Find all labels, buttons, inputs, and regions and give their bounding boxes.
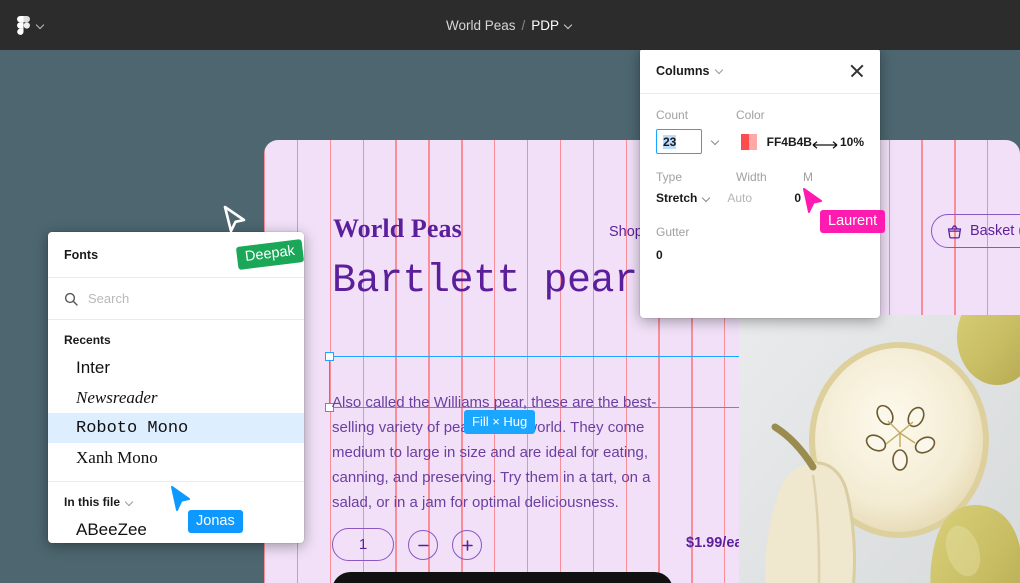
chevron-down-icon[interactable]: [716, 66, 725, 75]
resize-handle-top-left[interactable]: [325, 352, 334, 361]
count-label: Count: [656, 108, 689, 122]
cursor-label-jonas: Jonas: [188, 510, 243, 533]
font-search-input[interactable]: Search: [88, 291, 129, 306]
count-input-value: 23: [663, 134, 677, 149]
fonts-panel-title: Fonts: [64, 247, 99, 262]
chevron-down-icon: [37, 21, 46, 30]
columns-panel-header: Columns: [640, 48, 880, 94]
pears-photo-image: [739, 315, 1020, 583]
quantity-value[interactable]: 1: [332, 528, 394, 561]
font-item-abeezee[interactable]: ABeeZee: [48, 515, 304, 543]
quantity-decrement-button[interactable]: [408, 530, 438, 560]
chevron-down-icon[interactable]: [712, 137, 721, 146]
font-search-row[interactable]: Search: [48, 278, 304, 320]
gutter-label: Gutter: [656, 225, 690, 239]
cursor-label-laurent: Laurent: [820, 210, 886, 233]
basket-button[interactable]: Basket (4: [931, 214, 1020, 248]
figma-logo-icon: [17, 15, 30, 35]
search-icon: [64, 292, 78, 306]
columns-panel-title: Columns: [656, 63, 710, 78]
quantity-increment-button[interactable]: [452, 530, 482, 560]
figma-window: World Peas / PDP World Peas Shop Basket …: [0, 0, 1020, 583]
product-price: $1.99/ea: [686, 535, 743, 551]
font-item-xanh-mono[interactable]: Xanh Mono: [48, 443, 304, 473]
gutter-value[interactable]: 0: [656, 248, 663, 262]
plus-icon: [461, 539, 473, 551]
width-label: Width: [736, 170, 767, 184]
breadcrumb-page[interactable]: PDP: [531, 18, 559, 33]
color-label: Color: [736, 108, 765, 122]
margin-label: M: [803, 170, 813, 184]
font-item-inter[interactable]: Inter: [48, 353, 304, 383]
color-opacity-value[interactable]: 10%: [840, 135, 864, 149]
margin-value[interactable]: 0: [794, 191, 801, 205]
nav-link-shop[interactable]: Shop: [609, 224, 643, 240]
columns-panel[interactable]: Columns Count Color 23 FF4B4B 10% Type W…: [640, 48, 880, 318]
cursor-arrow-icon: [171, 486, 190, 511]
color-swatch[interactable]: [740, 133, 757, 150]
columns-panel-body: Count Color 23 FF4B4B 10% Type Width M S…: [640, 94, 880, 262]
site-brand: World Peas: [333, 214, 462, 243]
breadcrumb-project[interactable]: World Peas: [446, 18, 516, 33]
minus-icon: [417, 544, 429, 546]
font-item-roboto-mono[interactable]: Roboto Mono: [48, 413, 304, 443]
count-input[interactable]: 23: [656, 129, 703, 154]
cursor-arrow-icon: [223, 205, 246, 233]
type-label: Type: [656, 170, 683, 184]
add-to-basket-button[interactable]: Add to basket: [332, 572, 673, 583]
type-value[interactable]: Stretch: [656, 191, 697, 205]
width-value[interactable]: Auto: [727, 191, 794, 205]
chevron-down-icon[interactable]: [126, 498, 135, 507]
top-toolbar: World Peas / PDP: [0, 0, 1020, 50]
horizontal-resize-icon: [812, 137, 838, 149]
cursor-jonas: Jonas: [170, 486, 243, 533]
product-photo[interactable]: [739, 315, 1020, 583]
figma-menu-button[interactable]: [17, 15, 46, 35]
in-this-file-text: In this file: [64, 495, 121, 509]
color-hex-value[interactable]: FF4B4B: [767, 135, 812, 149]
resize-mode-badge: Fill × Hug: [464, 410, 536, 434]
product-headline[interactable]: Bartlett pear: [332, 257, 638, 307]
basket-button-label: Basket (4: [970, 223, 1020, 239]
chevron-down-icon[interactable]: [703, 194, 712, 203]
cursor-laurent: Laurent: [802, 188, 886, 233]
basket-icon: [947, 224, 962, 239]
recents-section-label: Recents: [64, 333, 111, 347]
cursor-deepak: Deepak: [222, 205, 305, 270]
chevron-down-icon[interactable]: [565, 21, 574, 30]
breadcrumb-separator: /: [521, 17, 526, 33]
close-icon[interactable]: [848, 62, 866, 80]
product-description: Also called the Williams pear, these are…: [332, 394, 657, 511]
font-item-newsreader[interactable]: Newsreader: [48, 383, 304, 413]
breadcrumb: World Peas / PDP: [0, 0, 1020, 50]
